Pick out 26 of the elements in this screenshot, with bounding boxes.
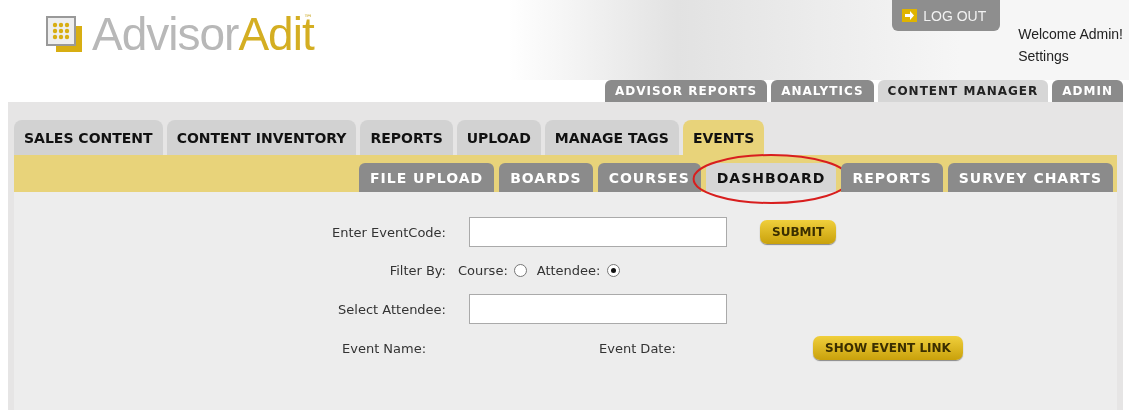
logo-text: AdvisorAdit™ xyxy=(92,7,313,61)
settings-link[interactable]: Settings xyxy=(1018,48,1123,64)
section-tab[interactable]: CONTENT INVENTORY xyxy=(166,120,357,155)
sub-tab[interactable]: DASHBOARD xyxy=(705,163,837,192)
welcome-text: Welcome Admin! xyxy=(1018,26,1123,42)
top-tab[interactable]: CONTENT MANAGER xyxy=(877,80,1049,102)
event-code-field[interactable] xyxy=(469,217,727,247)
field-label: Select Attendee: xyxy=(337,301,446,317)
logo-icon xyxy=(46,16,82,52)
radio-label: Attendee: xyxy=(536,262,601,278)
section-tab[interactable]: SALES CONTENT xyxy=(14,120,163,155)
section-tab[interactable]: UPLOAD xyxy=(456,120,541,155)
show-event-link-button[interactable]: SHOW EVENT LINK xyxy=(813,336,963,360)
radio-label: Course: xyxy=(458,262,508,278)
arrow-icon xyxy=(902,9,918,22)
section-tab[interactable]: REPORTS xyxy=(360,120,453,155)
section-tab[interactable]: EVENTS xyxy=(682,120,765,155)
attendee-field[interactable] xyxy=(469,294,727,324)
submit-button[interactable]: SUBMIT xyxy=(760,220,837,244)
event-date-label: Event Date: xyxy=(599,340,677,356)
event-name-label: Event Name: xyxy=(342,340,428,356)
field-label: Enter EventCode: xyxy=(331,224,446,240)
radio-button[interactable] xyxy=(513,263,527,277)
radio-button[interactable] xyxy=(606,263,620,277)
section-tab[interactable]: MANAGE TAGS xyxy=(544,120,679,155)
field-label: Filter By: xyxy=(388,262,446,278)
